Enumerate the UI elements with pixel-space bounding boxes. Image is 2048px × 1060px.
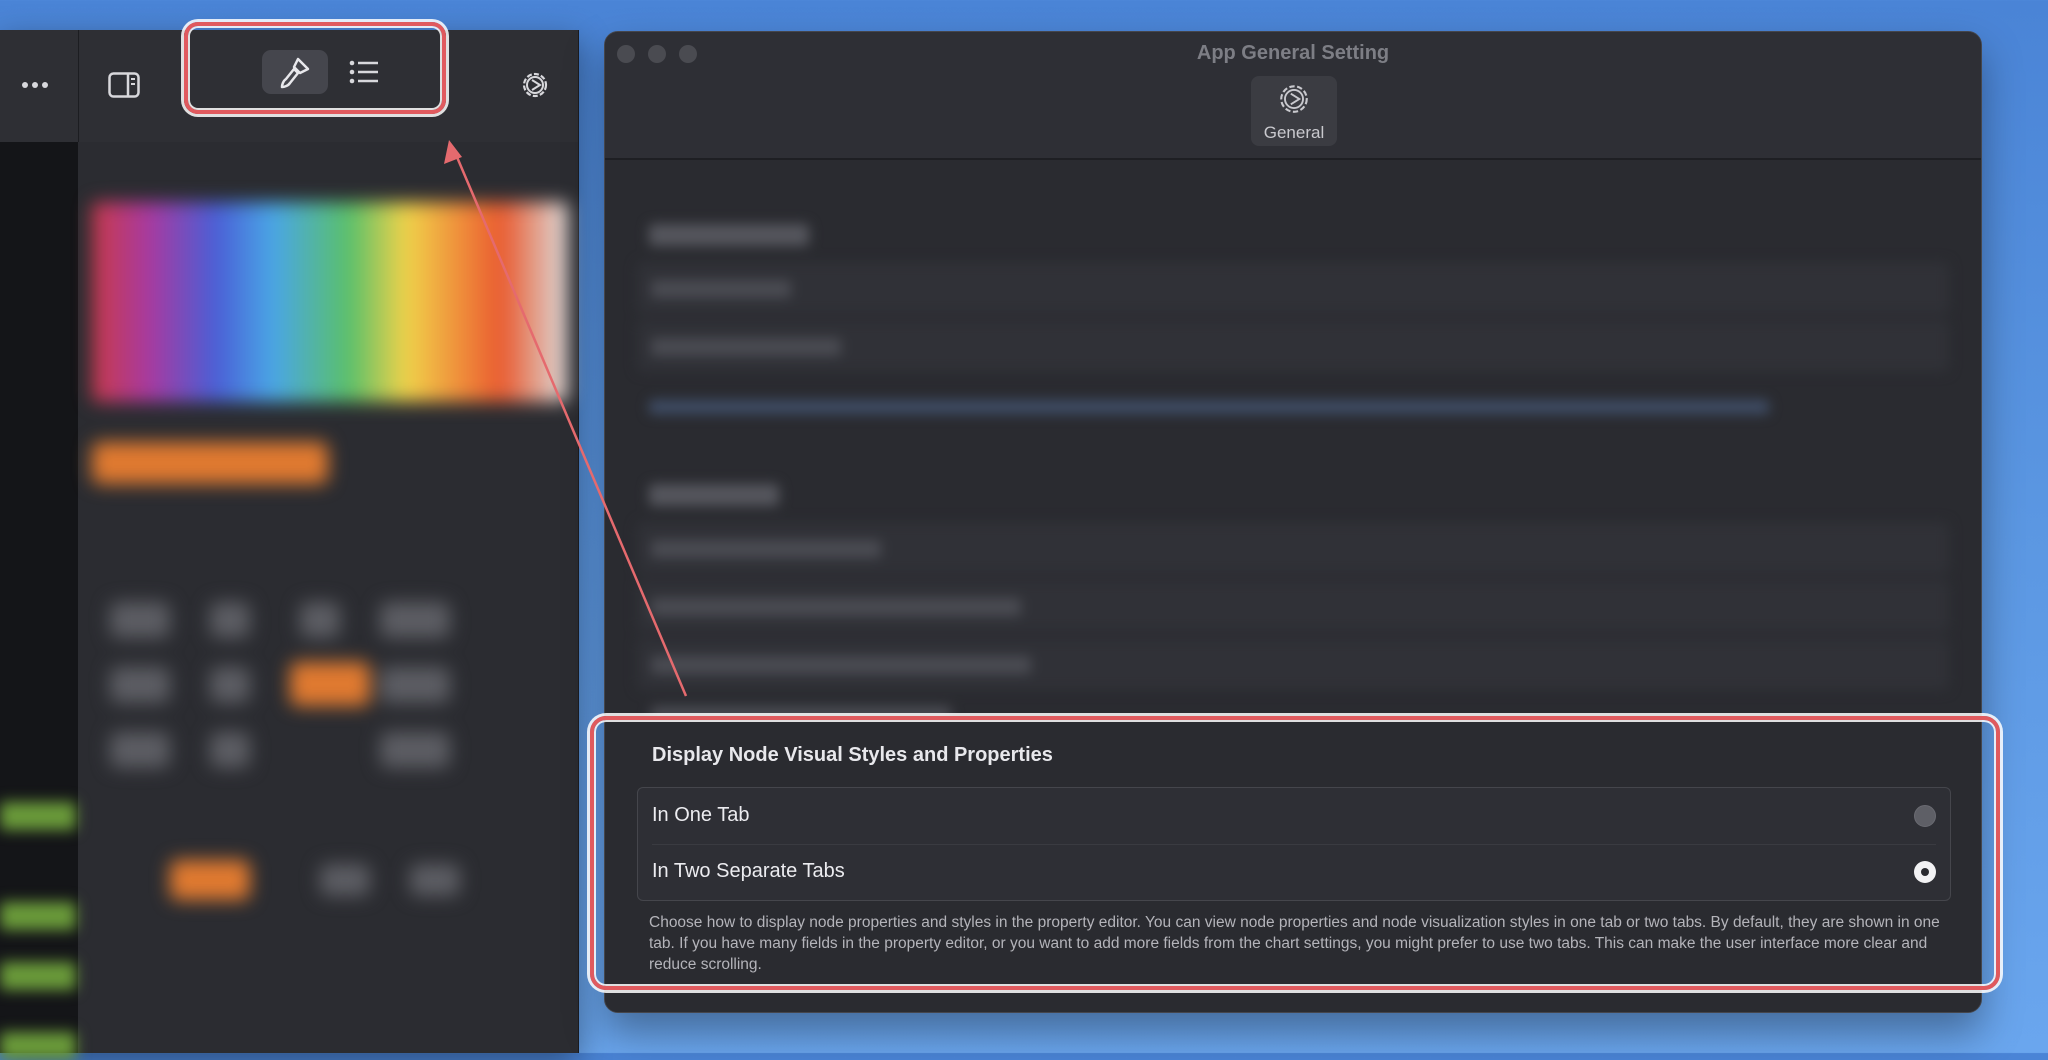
settings-content-blurred xyxy=(605,172,1981,732)
tab-general[interactable]: General xyxy=(1251,76,1337,146)
canvas-node-bar xyxy=(0,802,76,830)
canvas-node-bar xyxy=(0,962,76,990)
canvas-node-bar xyxy=(0,902,76,930)
shape-option xyxy=(210,667,250,703)
ellipsis-icon[interactable] xyxy=(14,70,56,100)
shape-option xyxy=(380,667,450,703)
tab-general-label: General xyxy=(1263,123,1325,142)
size-option-selected xyxy=(170,860,250,900)
style-editor-blurred xyxy=(80,142,578,1053)
canvas-node-bar xyxy=(0,1032,76,1060)
shape-option xyxy=(380,602,450,638)
shape-option xyxy=(110,602,170,638)
canvas-edge xyxy=(0,142,78,1060)
toolbar-divider xyxy=(78,30,79,142)
gear-icon[interactable] xyxy=(516,66,554,104)
left-inspector-panel xyxy=(0,30,579,1060)
sidebar-toggle-icon[interactable] xyxy=(104,68,144,102)
shape-option xyxy=(110,732,170,768)
shape-option-selected xyxy=(290,662,370,706)
window-title: App General Setting xyxy=(1196,42,1390,64)
shape-option xyxy=(300,602,340,638)
highlight-display-setting xyxy=(590,716,2000,990)
shape-option xyxy=(110,667,170,703)
window-titlebar: App General Setting General xyxy=(605,32,1981,160)
shape-option xyxy=(210,732,250,768)
shape-option xyxy=(210,602,250,638)
shape-option xyxy=(380,732,450,768)
size-option xyxy=(410,864,460,896)
gear-icon xyxy=(1277,82,1311,121)
color-spectrum xyxy=(92,202,568,402)
color-swatch-selected xyxy=(92,442,328,484)
size-option xyxy=(320,864,370,896)
highlight-toolbar-tabs xyxy=(184,22,446,114)
